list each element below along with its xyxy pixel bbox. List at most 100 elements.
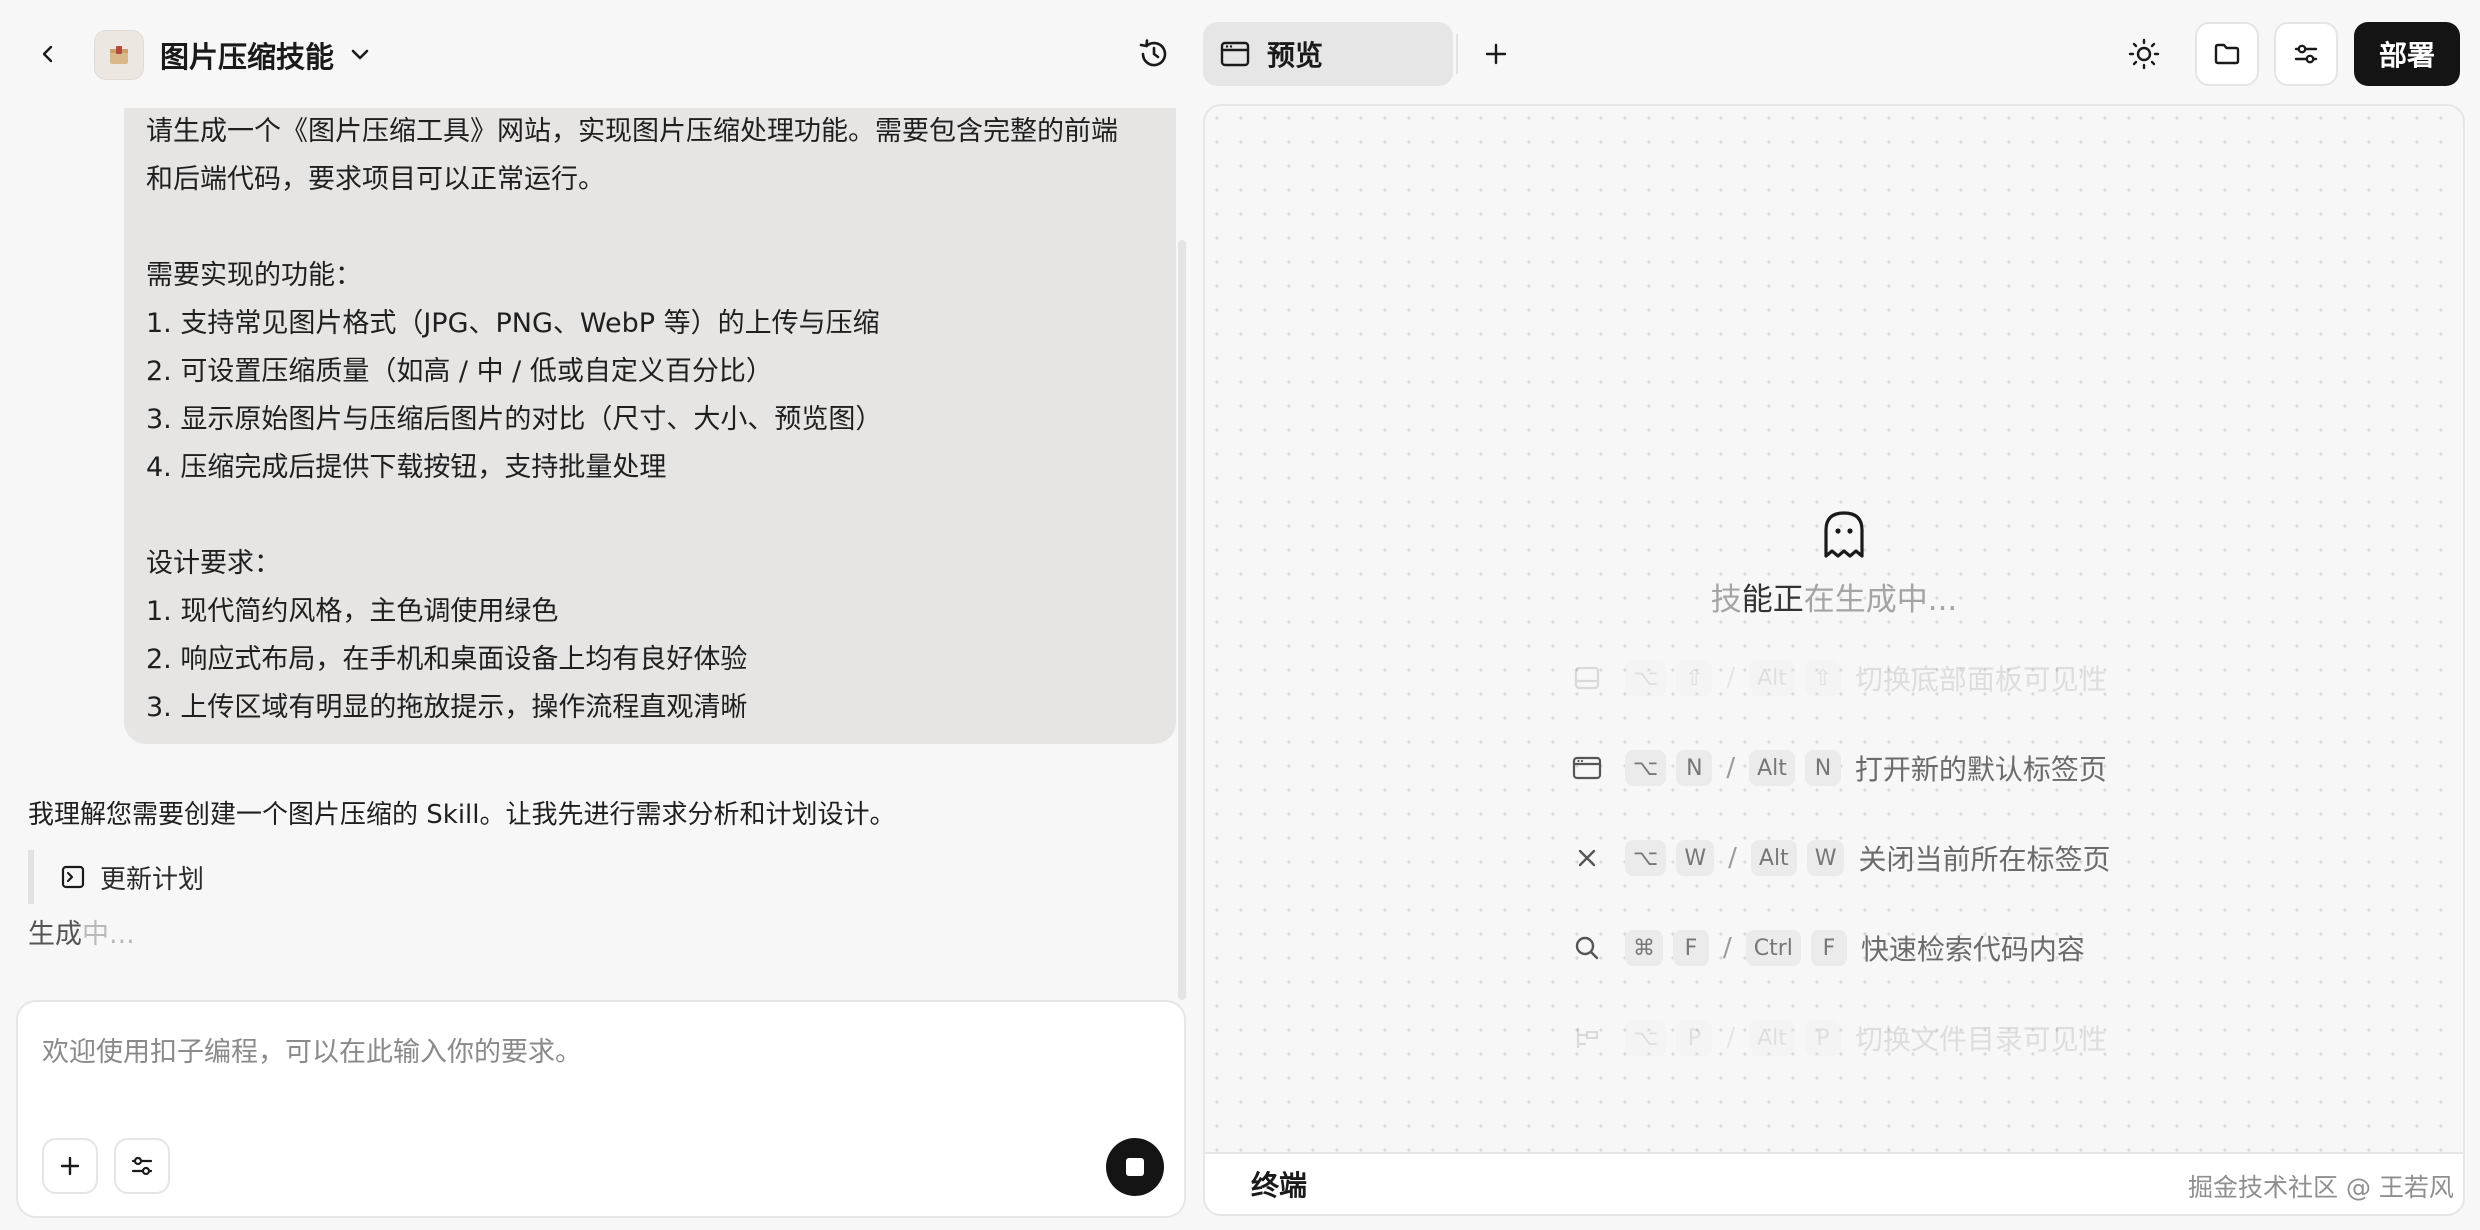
generating-suffix: 中... [82,919,135,950]
shortcut-label: 切换底部面板可见性 [1854,663,2107,696]
files-button[interactable] [2195,22,2259,86]
user-message-bubble: 请生成一个《图片压缩工具》网站，实现图片压缩处理功能。需要包含完整的前端 和后端代… [124,108,1176,744]
ghost-icon [1824,511,1864,558]
preview-status: 技能正在生成中... [1205,574,2463,619]
tab-preview[interactable]: 预览 [1203,22,1453,86]
watermark: 掘金技术社区 @ 王若风 [2188,1173,2454,1202]
shortcut-key: N [1676,750,1713,786]
search-icon [1567,928,1607,968]
message-line: 2. 响应式布局，在手机和桌面设备上均有良好体验 [146,644,748,675]
shortcut-row: ⌥ N / Alt N 打开新的默认标签页 [1567,746,2107,790]
history-button[interactable] [1134,34,1174,74]
shortcut-label: 关闭当前所在标签页 [1858,843,2111,876]
shortcut-separator: / [1726,663,1736,693]
shortcut-key: Ctrl [1745,930,1801,966]
chevron-down-icon [351,49,369,60]
message-line: 4. 压缩完成后提供下载按钮，支持批量处理 [146,452,667,483]
shortcut-label: 切换文件目录可见性 [1854,1023,2107,1056]
theme-toggle-button[interactable] [2122,32,2166,76]
user-message-text: 请生成一个《图片压缩工具》网站，实现图片压缩处理功能。需要包含完整的前端 和后端代… [146,108,1154,732]
add-tab-button[interactable] [1476,34,1516,74]
project-title[interactable]: 图片压缩技能 [160,34,334,76]
stop-icon [1126,1158,1144,1176]
package-icon [110,46,128,64]
chat-panel: 请生成一个《图片压缩工具》网站，实现图片压缩处理功能。需要包含完整的前端 和后端代… [0,108,1190,993]
shortcut-separator: / [1728,843,1737,873]
tab-divider [1456,34,1458,74]
message-line: 2. 可设置压缩质量（如高 / 中 / 低或自定义百分比） [146,356,773,387]
shortcut-key: ⌥ [1625,840,1667,876]
shortcut-key: N [1804,750,1841,786]
browser-tab-icon [1567,748,1607,788]
message-line: 需要实现的功能： [146,260,362,291]
shortcut-label: 打开新的默认标签页 [1854,753,2107,786]
settings-button[interactable] [2274,22,2338,86]
terminal-tab[interactable]: 终端 [1251,1164,1307,1204]
sliders-icon [131,1156,153,1176]
terminal-square-icon [61,865,85,889]
preview-status-prefix: 技 [1710,582,1742,618]
shortcut-key: W [1806,840,1845,876]
message-line: 1. 现代简约风格，主色调使用绿色 [146,596,559,627]
plus-icon [60,1156,80,1176]
prompt-input-box[interactable]: 欢迎使用扣子编程，可以在此输入你的要求。 [16,1000,1186,1218]
assistant-reply: 我理解您需要创建一个图片压缩的 Skill。让我先进行需求分析和计划设计。 [28,800,896,830]
shortcut-key: Alt [1750,840,1797,876]
shortcut-label: 快速检索代码内容 [1860,933,2085,966]
project-switcher-toggle[interactable] [345,40,375,70]
sun-icon [2128,38,2160,70]
message-line: 请生成一个《图片压缩工具》网站，实现图片压缩处理功能。需要包含完整的前端 [146,116,1118,147]
shortcut-key: F [1810,930,1847,966]
shortcut-row: ⌥ ⇧ / Alt ⇧ 切换底部面板可见性 [1567,656,2107,700]
chat-scrollbar[interactable] [1178,240,1186,1000]
shortcut-key: Alt [1749,750,1795,786]
preview-panel: 技能正在生成中... ⌥ ⇧ / Alt ⇧ 切换底部面板可见性 ⌥ N / A… [1203,104,2465,1216]
shortcut-key: ⌥ [1625,750,1667,786]
shortcut-key: P [1676,1020,1713,1056]
message-line: 设计要求： [146,548,281,579]
folder-icon [2214,43,2240,65]
file-tree-icon [1567,1018,1607,1058]
plus-icon [1485,43,1507,65]
attach-button[interactable] [42,1138,98,1194]
shortcut-key: ⇧ [1804,660,1841,696]
tab-preview-label: 预览 [1267,39,1324,72]
shortcut-key: W [1676,840,1715,876]
shortcut-row: ⌥ P / Alt P 切换文件目录可见性 [1567,1016,2107,1060]
shortcut-row: ⌥ W / Alt W 关闭当前所在标签页 [1567,836,2110,880]
shortcut-row: ⌘ F / Ctrl F 快速检索代码内容 [1567,926,2085,970]
shortcut-key: F [1673,930,1709,966]
shortcut-separator: / [1726,753,1736,783]
message-line: 3. 显示原始图片与压缩后图片的对比（尺寸、大小、预览图） [146,404,883,435]
shortcut-separator: / [1726,1023,1736,1053]
chevron-left-icon [42,45,53,63]
layout-icon [1567,658,1607,698]
plan-step-label: 更新计划 [100,864,205,895]
shortcut-key: Alt [1749,660,1795,696]
options-button[interactable] [114,1138,170,1194]
browser-window-icon [1220,41,1250,67]
prompt-input-placeholder[interactable]: 欢迎使用扣子编程，可以在此输入你的要求。 [42,1030,582,1069]
shortcut-key: ⇧ [1676,660,1713,696]
close-icon [1567,838,1607,878]
preview-status-emph: 能正 [1741,582,1804,618]
generating-prefix: 生成 [28,919,82,950]
stop-generation-button[interactable] [1106,1138,1164,1196]
shortcut-separator: / [1723,933,1732,963]
deploy-button[interactable]: 部署 [2354,22,2460,86]
history-icon [1139,39,1167,67]
shortcut-key: ⌥ [1625,660,1667,696]
shortcut-key: ⌥ [1625,1020,1667,1056]
plan-step-update[interactable]: 更新计划 [28,850,204,904]
generating-indicator: 生成中... [28,912,135,951]
message-line: 和后端代码，要求项目可以正常运行。 [146,164,605,195]
sliders-icon [2294,44,2318,64]
app-logo [94,30,144,80]
preview-status-suffix: 在生成中... [1803,582,1958,618]
shortcut-key: ⌘ [1625,930,1663,966]
top-bar: 图片压缩技能 预览 部署 [0,0,2480,108]
shortcut-key: Alt [1749,1020,1795,1056]
back-button[interactable] [30,36,66,72]
